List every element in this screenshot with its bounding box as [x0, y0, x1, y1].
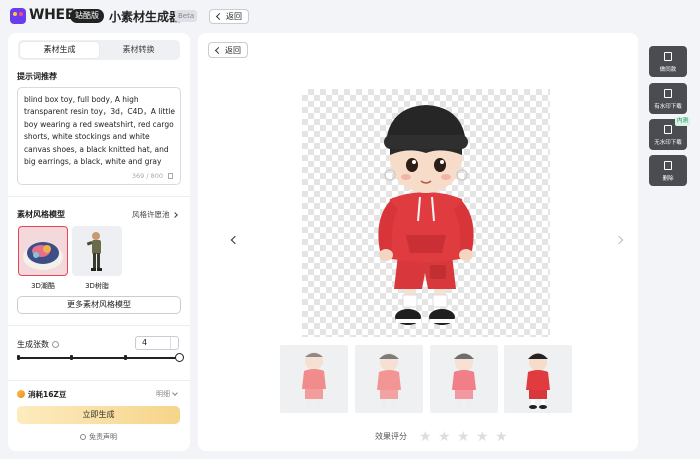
make-similar-label: 做同款	[659, 67, 677, 73]
generated-character-image	[378, 105, 474, 325]
download-no-watermark-button[interactable]: 无水印下载 内测	[649, 117, 690, 150]
edition-badge: 站酷版	[70, 9, 104, 23]
more-styles-button[interactable]: 更多素材风格模型	[17, 296, 181, 314]
star-icon[interactable]: ★	[495, 430, 508, 444]
generate-button[interactable]: 立即生成	[17, 406, 180, 424]
3d-resin-thumbnail-image	[86, 232, 102, 271]
star-icon[interactable]: ★	[419, 430, 432, 444]
download-icon	[664, 125, 672, 134]
result-back-button[interactable]: 返回	[208, 42, 248, 58]
slider-tick	[124, 355, 127, 360]
star-icon[interactable]: ★	[457, 430, 470, 444]
left-panel: 素材生成 素材转换 提示词推荐 blind box toy, full body…	[8, 33, 190, 451]
delete-button[interactable]: 删除	[649, 155, 687, 186]
tab-material-generate[interactable]: 素材生成	[20, 42, 99, 58]
info-icon	[52, 341, 59, 348]
trash-icon	[664, 161, 672, 170]
result-back-label: 返回	[225, 45, 241, 55]
make-similar-button[interactable]: 做同款	[649, 46, 687, 77]
prompt-section-title: 提示词推荐	[17, 72, 57, 81]
delete-label: 删除	[662, 176, 674, 182]
download-watermark-label: 有水印下载	[654, 104, 682, 110]
disclaimer-label: 免责声明	[89, 433, 117, 441]
mode-tabs: 素材生成 素材转换	[18, 40, 180, 60]
prompt-text[interactable]: blind box toy, full body, A high transpa…	[24, 94, 176, 167]
logo-text[interactable]: WHEE	[29, 7, 74, 23]
clear-prompt-icon[interactable]	[168, 173, 173, 179]
style-pool-label: 风格许愿池	[132, 210, 170, 219]
prompt-textarea[interactable]: blind box toy, full body, A high transpa…	[17, 87, 181, 185]
cost-detail-link[interactable]: 明细	[156, 389, 178, 399]
whee-logo-icon[interactable]	[10, 8, 26, 24]
beta-badge: Beta	[175, 10, 198, 22]
thumbnail-character-image	[452, 353, 476, 407]
disclaimer-link[interactable]: 免责声明	[80, 432, 117, 442]
star-icon[interactable]: ★	[476, 430, 489, 444]
divider	[8, 196, 190, 197]
thumbnail-character-image	[377, 353, 401, 407]
thumbnail-character-image	[526, 353, 550, 409]
count-stepper[interactable]: 4	[135, 336, 179, 350]
cost-label: 消耗16Z豆	[28, 390, 67, 399]
style-label-3d-cool: 3D潮酷	[31, 282, 55, 290]
slider-tick	[70, 355, 73, 360]
style-section-title: 素材风格模型	[17, 210, 65, 219]
prompt-char-count: 369 / 800	[131, 172, 163, 180]
style-label-3d-resin: 3D树脂	[85, 282, 109, 290]
style-thumb-3d-cool[interactable]	[18, 226, 68, 276]
header-back-button[interactable]: 返回	[209, 9, 249, 24]
info-icon	[80, 434, 86, 440]
app-title: 小素材生成器	[109, 10, 182, 24]
download-icon	[664, 89, 672, 98]
count-slider-handle[interactable]	[175, 353, 184, 362]
result-thumbnail-3[interactable]	[430, 345, 498, 413]
generated-image-canvas[interactable]	[302, 89, 550, 337]
download-watermark-button[interactable]: 有水印下载	[649, 83, 687, 114]
count-label: 生成张数	[17, 340, 49, 349]
count-value: 4	[142, 338, 148, 347]
z-coin-icon	[17, 390, 25, 398]
chevron-down-icon	[172, 390, 178, 396]
result-panel: 返回 效果评分 ★ ★ ★ ★ ★	[198, 33, 638, 451]
result-thumbnail-1[interactable]	[280, 345, 348, 413]
result-thumbnail-4-selected[interactable]	[504, 345, 572, 413]
tab-material-convert[interactable]: 素材转换	[99, 42, 178, 58]
stepper-arrows-icon[interactable]	[170, 337, 178, 349]
divider	[8, 325, 190, 326]
result-thumbnail-2[interactable]	[355, 345, 423, 413]
divider	[8, 380, 190, 381]
top-bar: WHEE 站酷版 小素材生成器 Beta 返回	[0, 0, 700, 32]
image-icon	[664, 52, 672, 61]
thumbnail-character-image	[302, 352, 326, 407]
style-pool-link[interactable]: 风格许愿池	[132, 209, 178, 220]
cost-detail-label: 明细	[156, 390, 170, 398]
rating-label: 效果评分	[375, 432, 407, 441]
download-no-watermark-label: 无水印下载	[654, 140, 682, 146]
chevron-left-icon	[215, 12, 224, 21]
next-image-icon[interactable]	[614, 235, 624, 245]
beta-test-badge: 内测	[674, 117, 690, 126]
chevron-right-icon	[171, 211, 178, 218]
star-icon[interactable]: ★	[438, 430, 451, 444]
count-slider-track[interactable]	[17, 357, 180, 359]
3d-cool-thumbnail-image	[23, 242, 63, 270]
style-thumb-3d-resin[interactable]	[72, 226, 122, 276]
slider-tick	[17, 355, 20, 360]
count-label-row: 生成张数	[17, 339, 59, 350]
header-back-label: 返回	[226, 12, 242, 21]
prev-image-icon[interactable]	[230, 235, 240, 245]
chevron-left-icon	[214, 46, 223, 54]
